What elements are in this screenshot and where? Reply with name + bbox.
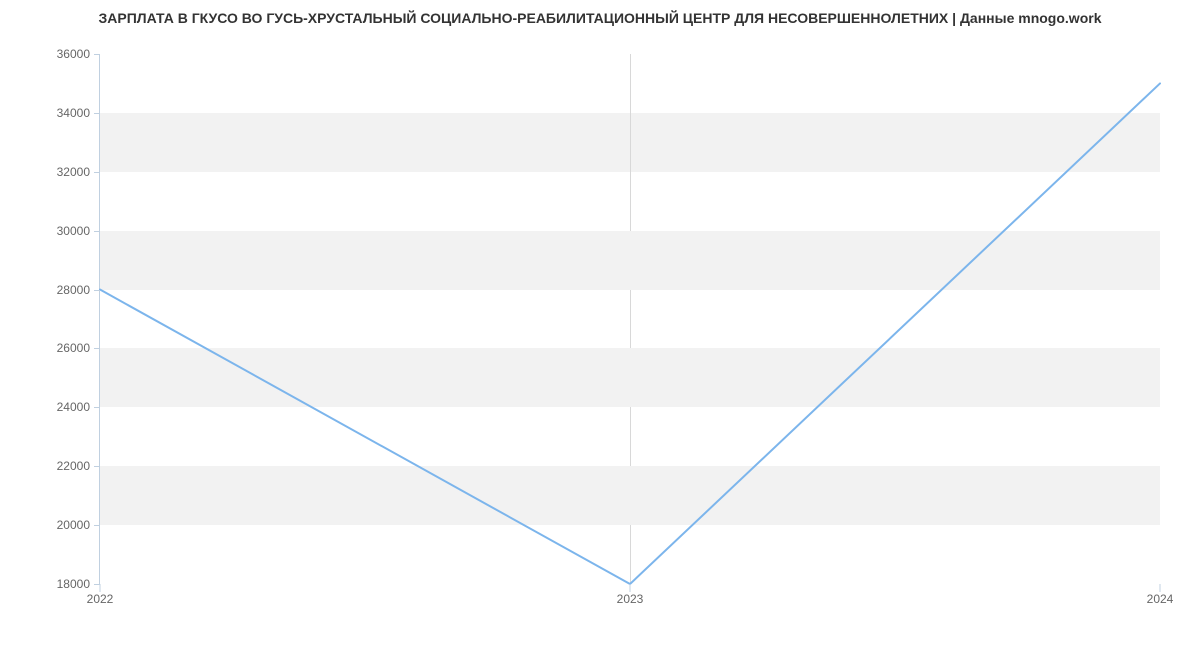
x-tick-mark [100,584,101,592]
y-tick-mark [94,466,100,467]
y-tick-mark [94,113,100,114]
y-tick-mark [94,290,100,291]
x-tick-mark [1160,584,1161,592]
y-tick-mark [94,525,100,526]
salary-line-chart: ЗАРПЛАТА В ГКУСО ВО ГУСЬ-ХРУСТАЛЬНЫЙ СОЦ… [0,0,1200,650]
line-series-svg [100,54,1160,584]
y-tick-mark [94,407,100,408]
chart-title: ЗАРПЛАТА В ГКУСО ВО ГУСЬ-ХРУСТАЛЬНЫЙ СОЦ… [0,10,1200,26]
series-line [100,83,1160,584]
y-tick-mark [94,172,100,173]
x-tick-mark [630,584,631,592]
y-tick-mark [94,348,100,349]
plot-area: 1800020000220002400026000280003000032000… [100,54,1160,584]
y-tick-mark [94,231,100,232]
y-tick-mark [94,54,100,55]
